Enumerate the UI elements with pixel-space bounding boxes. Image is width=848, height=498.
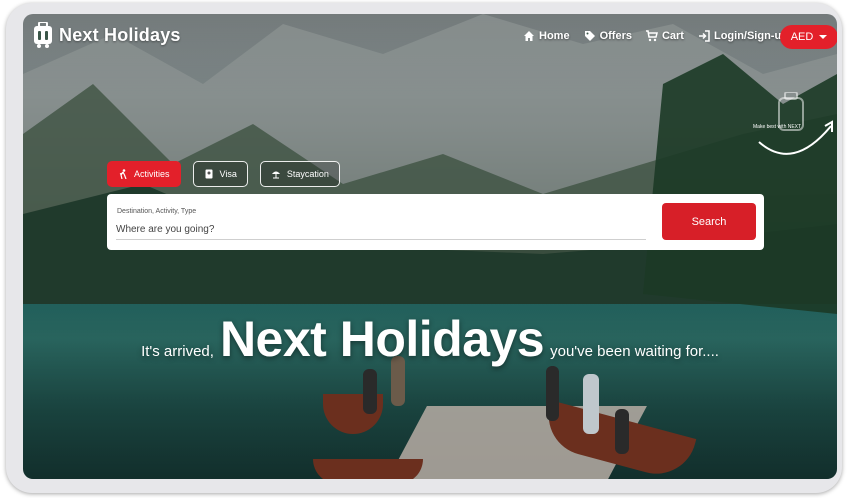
brand-logo[interactable]: Next Holidays: [33, 22, 181, 48]
nav-home-label: Home: [539, 30, 570, 42]
search-button[interactable]: Search: [662, 203, 756, 240]
top-nav: Home Offers Cart Login/Sign-up: [523, 30, 788, 42]
person-figure: [615, 409, 629, 454]
cart-icon: [645, 30, 658, 42]
currency-selector[interactable]: AED: [780, 25, 837, 49]
tab-staycation-label: Staycation: [286, 169, 329, 179]
nav-login-label: Login/Sign-up: [713, 30, 788, 42]
tag-icon: [584, 31, 595, 41]
home-icon: [524, 31, 534, 41]
destination-input[interactable]: [116, 221, 646, 240]
rowboat-bottom: [313, 459, 423, 479]
passport-icon: [205, 169, 213, 179]
hero-background: Next Holidays Home Offers Cart Login/Sig…: [23, 14, 837, 479]
search-field-label: Destination, Activity, Type: [117, 208, 197, 215]
currency-value: AED: [790, 31, 814, 43]
tab-activities-label: Activities: [134, 169, 170, 179]
next-badge: Make best with NEXT: [753, 91, 837, 162]
hero-brand: Next Holidays: [219, 311, 545, 367]
person-figure: [546, 366, 559, 421]
tab-activities[interactable]: Activities: [107, 161, 181, 187]
nav-cart-label: Cart: [661, 30, 684, 42]
brand-name: Next Holidays: [59, 24, 181, 45]
search-tabs: Activities Visa Staycation: [107, 161, 340, 187]
nav-cart[interactable]: Cart: [645, 30, 684, 42]
luggage-icon: [34, 22, 52, 48]
tab-staycation[interactable]: Staycation: [259, 161, 340, 187]
beach-umbrella-icon: [271, 171, 280, 179]
hiking-icon: [119, 169, 127, 179]
hero-suffix: you've been waiting for....: [550, 343, 719, 360]
sign-in-icon: [698, 30, 710, 42]
person-figure: [363, 369, 377, 414]
chevron-down-icon: [819, 35, 828, 39]
person-figure: [583, 374, 599, 434]
nav-login[interactable]: Login/Sign-up: [698, 30, 788, 42]
hero-prefix: It's arrived,: [141, 343, 214, 360]
nav-offers-label: Offers: [599, 30, 632, 42]
device-frame: Next Holidays Home Offers Cart Login/Sig…: [6, 3, 842, 493]
tab-visa[interactable]: Visa: [192, 161, 248, 187]
badge-text: Make best with NEXT: [753, 124, 802, 130]
nav-home[interactable]: Home: [523, 30, 570, 42]
search-card: Destination, Activity, Type Search: [107, 194, 764, 250]
nav-offers[interactable]: Offers: [584, 30, 632, 42]
tab-visa-label: Visa: [219, 169, 237, 179]
hero-tagline: It's arrived, Next Holidays you've been …: [23, 310, 837, 368]
